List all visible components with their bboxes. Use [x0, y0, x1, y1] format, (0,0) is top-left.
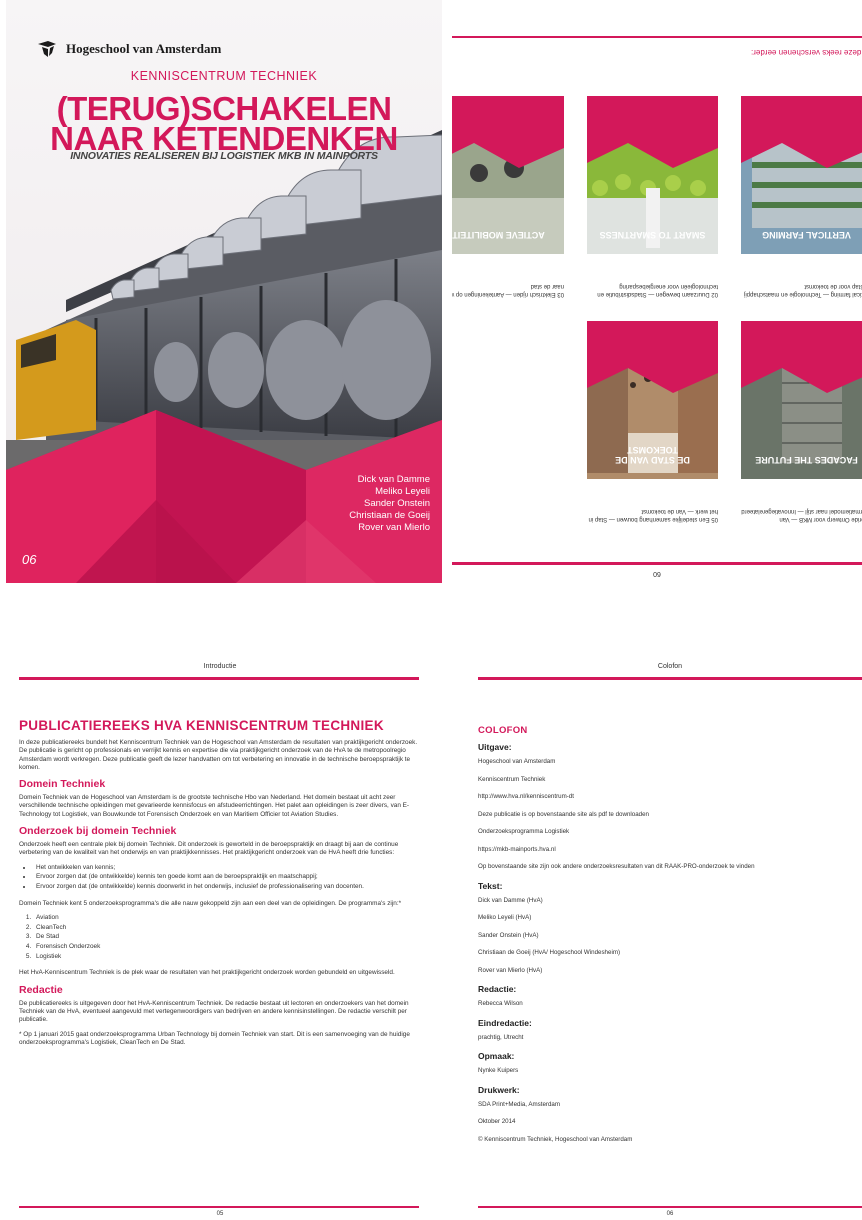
colofon-bottom-rule	[478, 1206, 862, 1208]
intro-top-rule	[19, 677, 419, 680]
cover-author: Rover van Mierlo	[358, 522, 430, 533]
hva-logo-icon	[38, 41, 56, 57]
colofon-label: Opmaak:	[478, 1051, 515, 1061]
book-cover: SMART TO SMARTNESS	[587, 96, 718, 268]
intro-paragraph: Domein Techniek kent 5 onderzoeksprogram…	[19, 899, 402, 907]
list-item: Het ontwikkelen van kennis;	[33, 864, 419, 872]
intro-paragraph: Onderzoek heeft een centrale plek bij do…	[19, 841, 399, 857]
book-caption: 05 Een stedelijke samenhang bouwen — Sta…	[588, 508, 718, 522]
list-item: Aviation	[33, 914, 419, 922]
list-item: Ervoor zorgen dat (de ontwikkelde) kenni…	[33, 883, 419, 891]
colofon-value: Deze publicatie is op bovenstaande site …	[478, 810, 649, 818]
series-page-rotated: 60 FACADES THE FUTURE DE STAD VAN DE TOE…	[452, 0, 862, 583]
intro-paragraph: Het HvA-Kenniscentrum Techniek is de ple…	[19, 969, 395, 977]
logo-text: Hogeschool van Amsterdam	[66, 41, 222, 56]
intro-heading-onderzoek: Onderzoek bij domein Techniek	[19, 825, 177, 838]
book-cover-image-apples	[587, 96, 718, 268]
colofon-value: Rover van Mierlo (HvA)	[478, 966, 543, 974]
book-title: FACADES THE FUTURE	[755, 455, 858, 465]
colofon-body: COLOFON Uitgave: Hogeschool van Amsterda…	[478, 725, 862, 1153]
cover-number: 06	[22, 552, 37, 567]
cover-subtitle: INNOVATIES REALISEREN BIJ LOGISTIEK MKB …	[70, 150, 378, 162]
colofon-label: Uitgave:	[478, 742, 512, 752]
book-caption: Hybride Ontwerp voor MKB — Van informati…	[741, 508, 862, 522]
series-heading: n deze reeks verschenen eerder:	[751, 48, 862, 57]
cover-kenniscentrum: KENNISCENTRUM TECHNIEK	[130, 69, 318, 83]
colofon-running-head: Colofon	[657, 663, 683, 670]
colofon-value: prachtig, Utrecht	[478, 1033, 524, 1041]
book-cover-image-cyclists	[452, 96, 564, 268]
colofon-value: SDA Print+Media, Amsterdam	[478, 1100, 561, 1108]
cover-authors: Dick van Damme Meliko Leyeli Sander Onst…	[349, 474, 430, 534]
list-item: Logistiek	[33, 953, 419, 961]
colofon-value: Nynke Kuipers	[478, 1067, 519, 1074]
book-title: VERTICAL FARMING	[762, 230, 851, 240]
cover-author: Meliko Leyeli	[375, 486, 430, 497]
programs-list: Aviation CleanTech De Stad Forensisch On…	[33, 914, 419, 961]
colofon-value: © Kenniscentrum Techniek, Hogeschool van…	[478, 1135, 633, 1143]
colofon-value: Kenniscentrum Techniek	[478, 775, 546, 783]
intro-heading-redactie: Redactie	[19, 983, 63, 996]
cover-author: Dick van Damme	[357, 474, 430, 485]
series-page: 60 FACADES THE FUTURE DE STAD VAN DE TOE…	[452, 0, 862, 583]
list-item: De Stad	[33, 933, 419, 941]
intro-footnote: * Op 1 januari 2015 gaat onderzoeksprogr…	[19, 1030, 410, 1046]
colofon-title: COLOFON	[478, 725, 528, 736]
book-cover: VERTICAL FARMING	[741, 96, 862, 268]
book-cover: ACTIEVE MOBILITEIT	[452, 96, 564, 268]
colofon-value: Sander Onstein (HvA)	[478, 931, 539, 939]
colofon-value: https://mkb-mainports.hva.nl	[478, 845, 556, 853]
book-title: SMART TO SMARTNESS	[599, 230, 706, 240]
series-bottom-rule	[452, 36, 862, 38]
colofon-label: Redactie:	[478, 984, 517, 994]
colofon-value: Hogeschool van Amsterdam	[478, 758, 556, 765]
intro-paragraph: De publicatiereeks is uitgegeven door he…	[19, 999, 409, 1024]
colofon-top-rule	[478, 677, 862, 680]
colofon-value: Christiaan de Goeij (HvA/ Hogeschool Win…	[478, 949, 621, 956]
intro-bottom-rule	[19, 1206, 419, 1208]
colofon-value: http://www.hva.nl/kenniscentrum-dt	[478, 793, 574, 800]
intro-paragraph: Domein Techniek van de Hogeschool van Am…	[19, 794, 410, 818]
list-item: CleanTech	[33, 924, 419, 932]
colofon-label: Tekst:	[478, 880, 503, 891]
colofon-value: Meliko Leyeli (HvA)	[478, 914, 532, 921]
colofon-page-number: 06	[666, 1211, 674, 1217]
colofon-value: Oktober 2014	[478, 1118, 516, 1125]
colofon-value: Op bovenstaande site zijn ook andere ond…	[478, 863, 755, 870]
list-item: Ervoor zorgen dat (de ontwikkelde) kenni…	[33, 873, 419, 881]
intro-paragraph: In deze publicatiereeks bundelt het Kenn…	[19, 739, 418, 771]
book-caption: Vertical farming — Technologie en maatsc…	[744, 283, 862, 297]
intro-heading-domein: Domein Techniek	[19, 778, 106, 791]
intro-body: PUBLICATIEREEKS HVA KENNISCENTRUM TECHNI…	[19, 718, 419, 1051]
intro-title: PUBLICATIEREEKS HVA KENNISCENTRUM TECHNI…	[19, 718, 384, 733]
book-cover-image-street	[587, 321, 718, 493]
colofon-value: Onderzoeksprogramma Logistiek	[478, 828, 570, 835]
book-title: DE STAD VAN DE TOEKOMST	[615, 445, 690, 465]
list-item: Forensisch Onderzoek	[33, 943, 419, 951]
book-cover: FACADES THE FUTURE	[741, 321, 862, 493]
colofon-label: Eindredactie:	[478, 1017, 532, 1028]
series-top-rule	[452, 562, 862, 565]
book-caption: 03 Elektrisch rijden — Aantekeningen op …	[452, 283, 564, 297]
series-page-number: 60	[653, 570, 661, 577]
intro-running-head: Introductie	[203, 663, 237, 670]
hva-logo: Hogeschool van Amsterdam	[36, 38, 221, 60]
colofon-value: Rebecca Wilson	[478, 1000, 523, 1007]
cover-author: Christiaan de Goeij	[349, 510, 430, 521]
cover-page: Hogeschool van Amsterdam KENNISCENTRUM T…	[6, 0, 442, 583]
cover-author: Sander Onstein	[363, 498, 430, 509]
book-cover-image-building	[741, 96, 862, 268]
functions-list: Het ontwikkelen van kennis; Ervoor zorge…	[33, 864, 419, 892]
book-title: ACTIEVE MOBILITEIT	[452, 230, 545, 240]
book-cover: DE STAD VAN DE TOEKOMST	[587, 321, 718, 493]
cover-title: (TERUG)SCHAKELEN NAAR KETENDENKEN	[6, 92, 442, 155]
book-caption: 02 Duurzaam bewegen — Stadsdistributie e…	[597, 283, 718, 297]
book-cover-image-facade	[741, 321, 862, 493]
colofon-value: Dick van Damme (HvA)	[478, 896, 543, 904]
colofon-label: Drukwerk:	[478, 1084, 520, 1095]
intro-page-number: 05	[216, 1211, 224, 1217]
